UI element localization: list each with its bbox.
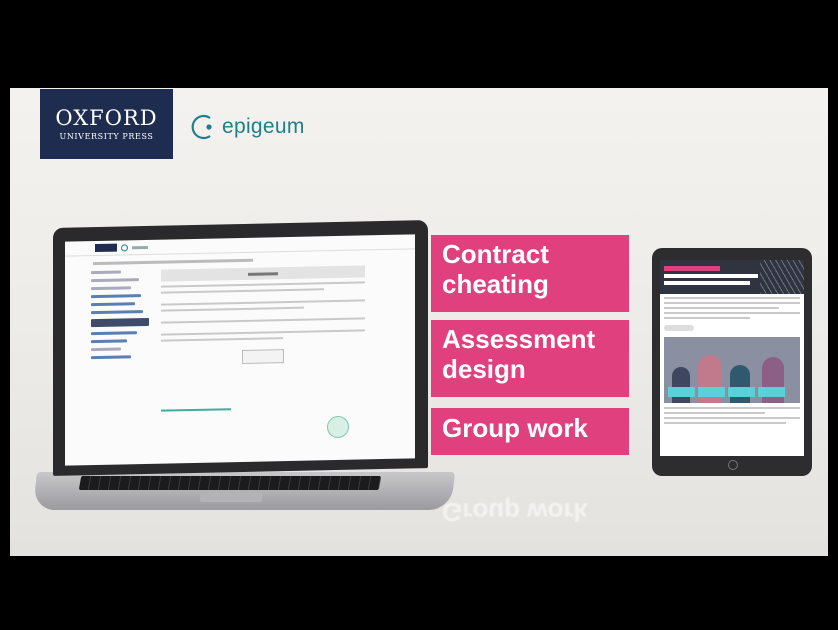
label-group-work: Group work: [431, 408, 629, 455]
oxford-logo: OXFORD UNIVERSITY PRESS: [40, 89, 173, 159]
course-continue-button: [242, 349, 284, 364]
course-breadcrumb: [93, 258, 253, 266]
oxford-mini-logo: [95, 243, 117, 253]
label-line: cheating: [442, 269, 549, 299]
label-reflection: Group work: [442, 497, 588, 527]
laptop-course-page: [65, 234, 415, 466]
course-sidebar: [91, 270, 153, 364]
tablet-page-pill: [664, 325, 694, 331]
promo-scene: OXFORD UNIVERSITY PRESS epigeum Contract…: [10, 88, 828, 556]
course-content-title: [161, 265, 365, 282]
tablet-page-text-lower: [660, 407, 804, 424]
tablet-home-button: [728, 460, 738, 470]
course-content: [161, 265, 365, 365]
label-line: Contract: [442, 239, 549, 269]
course-progress-bar: [161, 408, 231, 412]
label-contract-cheating: Contract cheating: [431, 235, 629, 312]
laptop-trackpad: [200, 492, 262, 502]
oxford-logo-title: OXFORD: [55, 106, 158, 130]
course-page-header: [65, 234, 415, 257]
oxford-logo-subtitle: UNIVERSITY PRESS: [59, 132, 154, 141]
epigeum-mini-icon: [121, 243, 128, 252]
label-assessment-design: Assessment design: [431, 320, 629, 397]
epigeum-logo-text: epigeum: [222, 115, 305, 138]
course-badge-icon: [327, 415, 349, 439]
tablet-illustration: [664, 337, 800, 403]
laptop-keyboard: [78, 476, 382, 490]
tablet-page-text: [660, 297, 804, 319]
video-frame: OXFORD UNIVERSITY PRESS epigeum Contract…: [0, 0, 838, 630]
tablet-page-header: [660, 260, 804, 294]
label-line: design: [442, 354, 526, 384]
label-line: Group work: [442, 413, 588, 443]
epigeum-mark-icon: [191, 114, 212, 140]
label-line: Assessment: [442, 324, 596, 354]
tablet-device: [652, 248, 812, 476]
tablet-screen: [660, 260, 804, 456]
laptop-screen: [53, 220, 428, 476]
epigeum-mini-logo: [132, 245, 148, 249]
epigeum-logo: epigeum: [188, 112, 305, 142]
